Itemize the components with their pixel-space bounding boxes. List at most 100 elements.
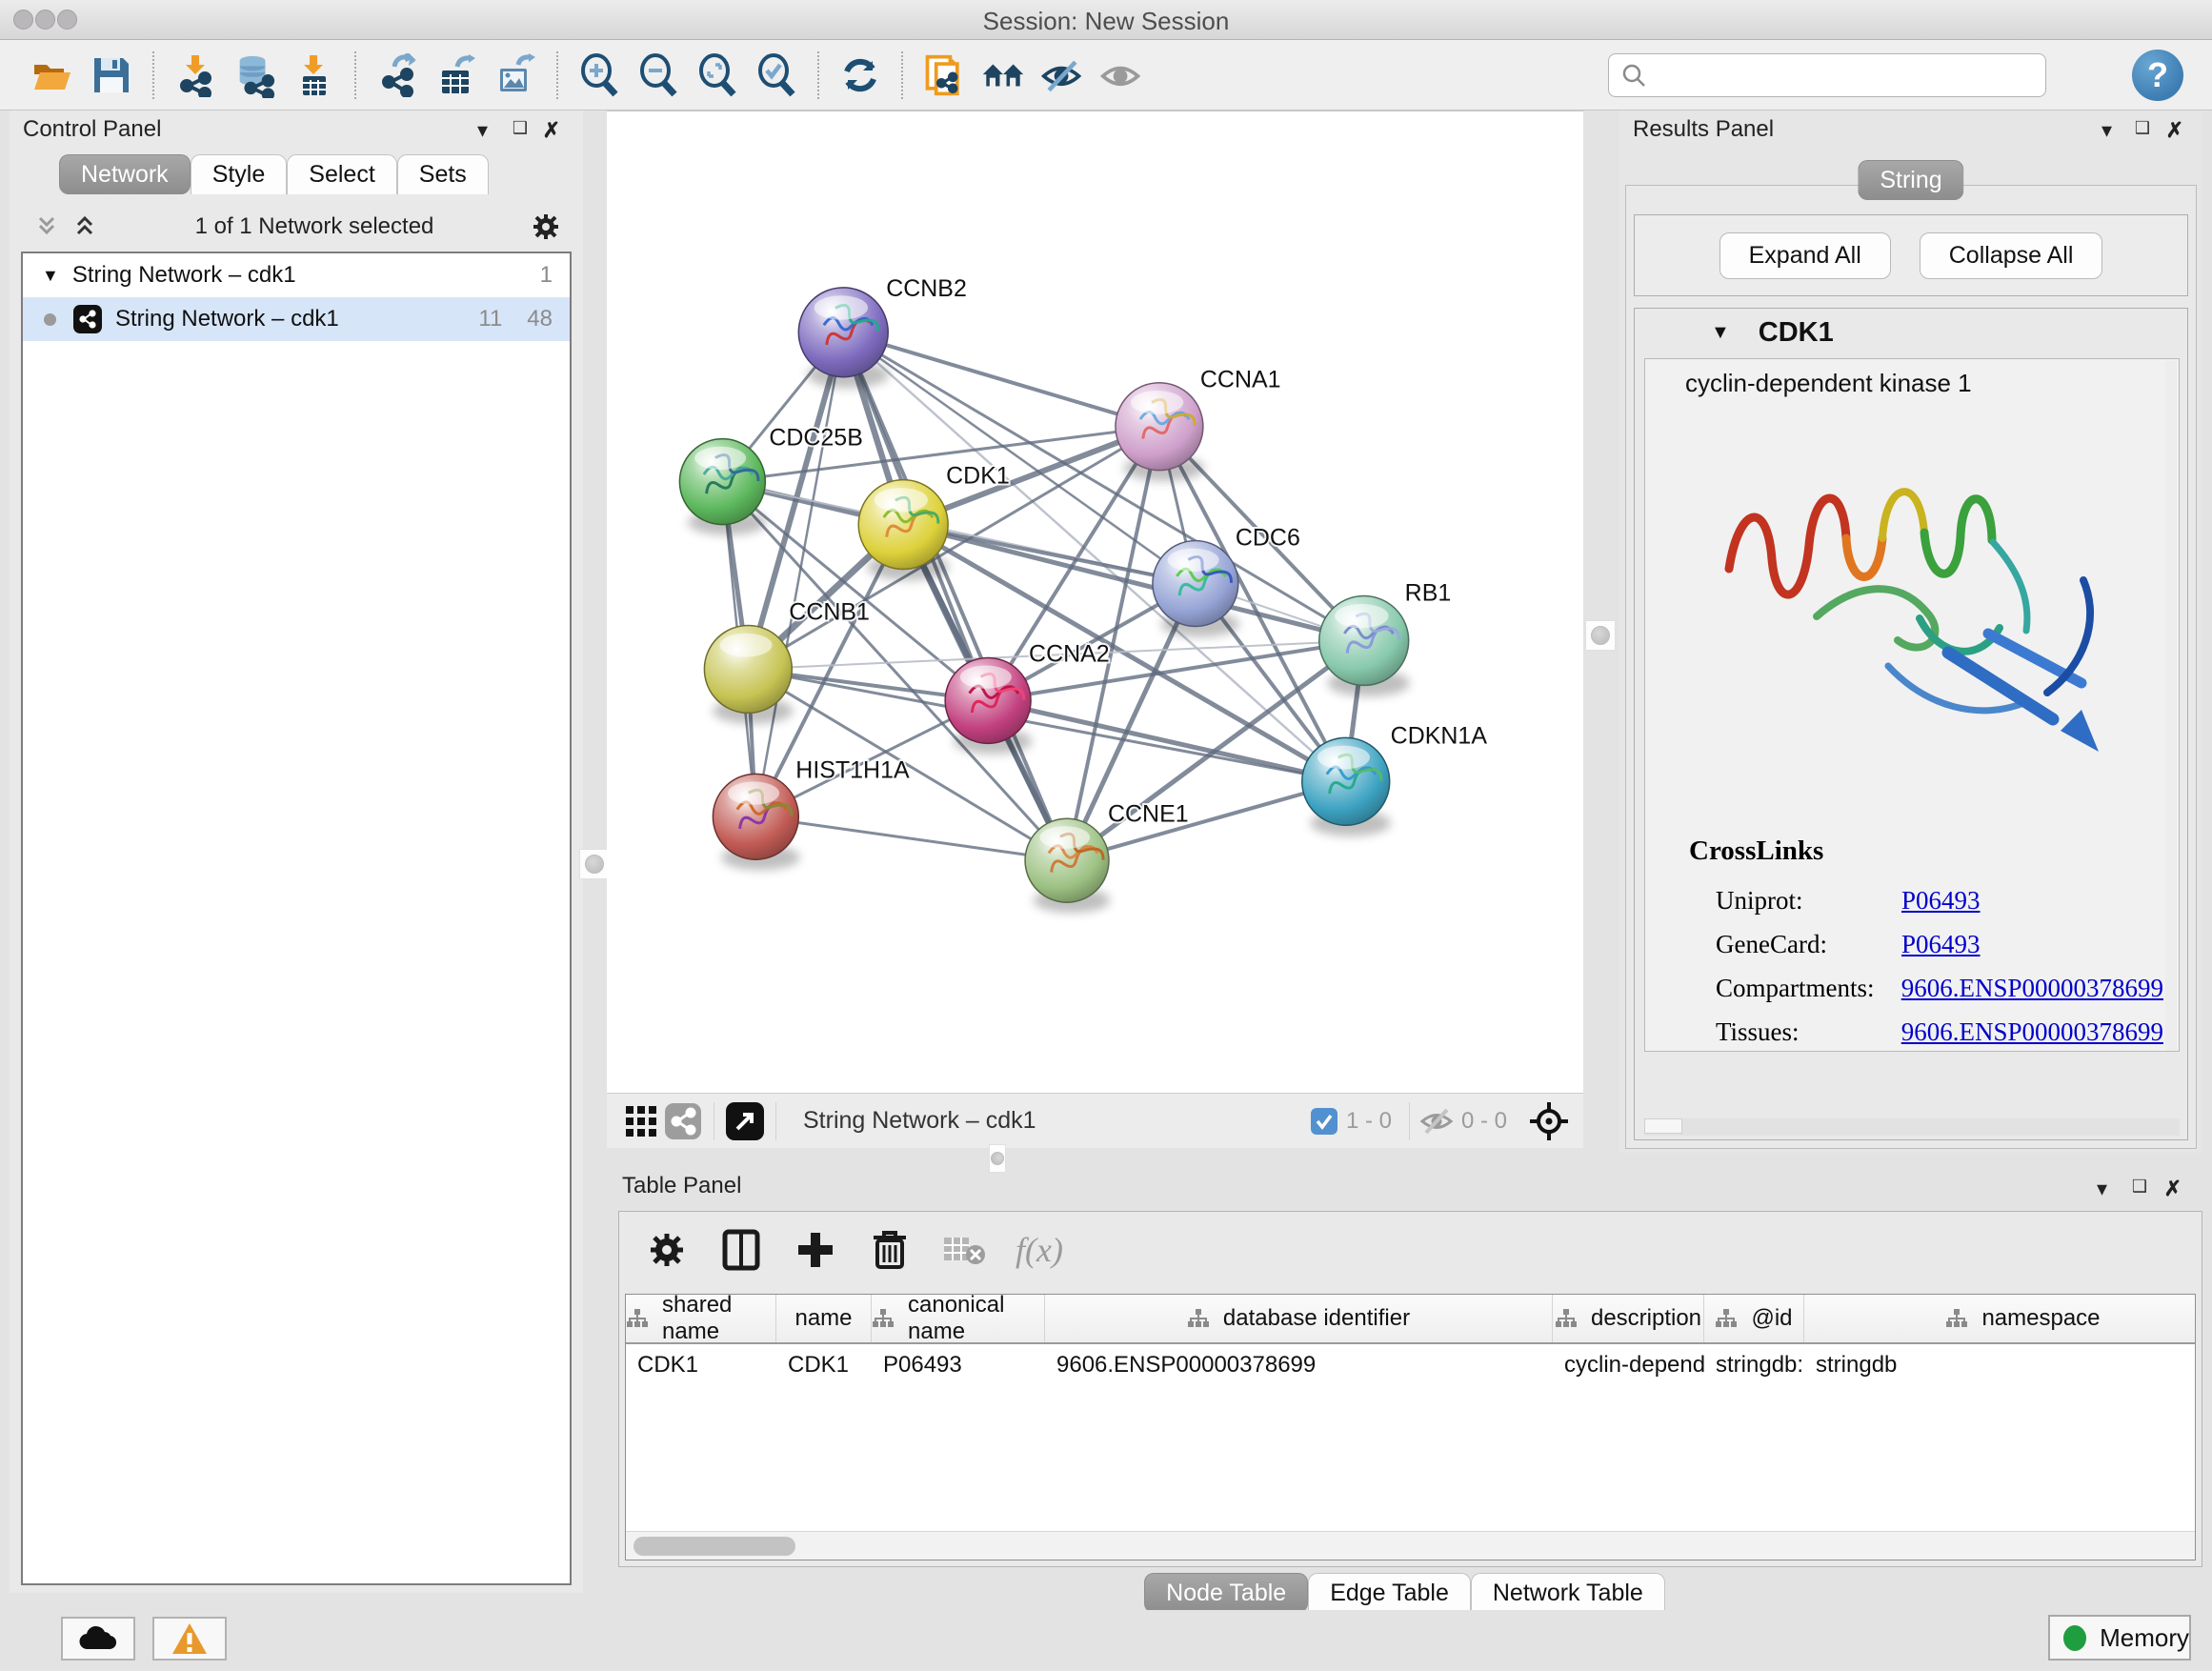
search-input[interactable] xyxy=(1608,53,2046,97)
network-edge[interactable] xyxy=(755,816,1067,860)
network-canvas[interactable]: CCNB2CCNA1CDC25BCDK1CDC6RB1CCNB1CCNA2CDK… xyxy=(607,111,1583,1093)
table-panel-close-button[interactable]: ✗ xyxy=(2164,1177,2182,1201)
network-node-HIST1H1A[interactable] xyxy=(713,774,799,870)
network-options-gear-icon[interactable] xyxy=(532,212,560,241)
birdseye-view-button[interactable] xyxy=(1528,1100,1570,1142)
table-settings-button[interactable] xyxy=(644,1227,690,1273)
left-splitter[interactable] xyxy=(583,111,607,1593)
crosslink-link[interactable]: 9606.ENSP00000378699 xyxy=(1901,974,2163,1003)
network-node-CCNB2[interactable] xyxy=(798,288,889,389)
table-row[interactable]: CDK1CDK1P064939606.ENSP00000378699cyclin… xyxy=(626,1344,2195,1386)
zoom-fit-button[interactable] xyxy=(695,53,739,97)
window-title: Session: New Session xyxy=(0,7,2212,36)
save-session-button[interactable] xyxy=(90,53,133,97)
control-tab-network[interactable]: Network xyxy=(59,154,191,194)
network-node-CDK1[interactable] xyxy=(858,480,949,581)
apply-layout-button[interactable] xyxy=(838,53,882,97)
column-header-database-identifier[interactable]: database identifier xyxy=(1045,1295,1553,1342)
table-panel-float-button[interactable]: ❑ xyxy=(2132,1177,2147,1197)
network-collection-row[interactable]: ▼ String Network – cdk1 1 xyxy=(23,253,570,297)
results-tab-string[interactable]: String xyxy=(1858,160,1963,200)
collapse-all-chevron-icon[interactable] xyxy=(34,214,59,239)
node-entry-content: cyclin-dependent kinase 1 xyxy=(1644,358,2180,1052)
zoom-out-icon xyxy=(636,53,680,97)
control-panel-menu-button[interactable]: ▾ xyxy=(477,118,488,143)
zoom-selected-button[interactable] xyxy=(754,53,798,97)
expand-all-chevron-icon[interactable] xyxy=(72,214,97,239)
help-button[interactable]: ? xyxy=(2132,50,2183,101)
hide-selected-button[interactable] xyxy=(1040,53,1084,97)
table-tab-network-table[interactable]: Network Table xyxy=(1471,1573,1665,1613)
column-header-id[interactable]: @id xyxy=(1704,1295,1804,1342)
column-header-namespace[interactable]: namespace xyxy=(1804,1295,2196,1342)
column-header-shared-name[interactable]: shared name xyxy=(626,1295,776,1342)
table-toolbar: f(x) xyxy=(629,1219,1063,1280)
control-tab-sets[interactable]: Sets xyxy=(397,154,489,194)
delete-table-button[interactable] xyxy=(941,1227,987,1273)
results-panel-menu-button[interactable]: ▾ xyxy=(2101,118,2112,143)
show-grid-button[interactable] xyxy=(620,1100,662,1142)
expand-all-button[interactable]: Expand All xyxy=(1719,232,1891,279)
left-splitter-handle[interactable] xyxy=(579,849,610,879)
memory-button[interactable]: Memory xyxy=(2048,1615,2191,1661)
create-column-button[interactable] xyxy=(793,1227,838,1273)
network-row[interactable]: String Network – cdk1 11 48 xyxy=(23,297,570,341)
warnings-button[interactable] xyxy=(152,1617,227,1661)
function-builder-button[interactable]: f(x) xyxy=(1016,1227,1063,1273)
column-header-name[interactable]: name xyxy=(776,1295,872,1342)
control-tab-style[interactable]: Style xyxy=(191,154,288,194)
import-network-file-button[interactable] xyxy=(173,53,217,97)
table-tab-edge-table[interactable]: Edge Table xyxy=(1308,1573,1471,1613)
network-node-CCNA1[interactable] xyxy=(1116,383,1204,481)
right-splitter-handle[interactable] xyxy=(1585,620,1616,651)
node-entry-header[interactable]: ▼ CDK1 xyxy=(1635,309,2187,356)
column-header-canonical-name[interactable]: canonical name xyxy=(872,1295,1045,1342)
control-tab-select[interactable]: Select xyxy=(287,154,396,194)
network-edge[interactable] xyxy=(755,332,843,817)
node-label-CDC6: CDC6 xyxy=(1236,525,1300,552)
results-panel-close-button[interactable]: ✗ xyxy=(2166,118,2183,143)
network-node-RB1[interactable] xyxy=(1319,596,1410,697)
control-panel-close-button[interactable]: ✗ xyxy=(543,118,560,143)
collapse-all-button[interactable]: Collapse All xyxy=(1920,232,2103,279)
table-panel-menu-button[interactable]: ▾ xyxy=(2097,1177,2107,1201)
results-panel-float-button[interactable]: ❑ xyxy=(2135,118,2150,138)
network-node-CDC25B[interactable] xyxy=(679,439,766,535)
show-columns-button[interactable] xyxy=(718,1227,764,1273)
first-neighbors-button[interactable] xyxy=(981,53,1025,97)
crosslink-label: Compartments: xyxy=(1716,974,1901,1003)
import-network-database-button[interactable] xyxy=(232,53,276,97)
zoom-in-button[interactable] xyxy=(577,53,621,97)
crosslink-link[interactable]: P06493 xyxy=(1901,886,1981,916)
entry-expand-caret[interactable]: ▼ xyxy=(1711,322,1730,344)
network-node-CCNE1[interactable] xyxy=(1025,818,1110,913)
network-node-CCNB1[interactable] xyxy=(704,625,793,723)
export-table-button[interactable] xyxy=(434,53,478,97)
network-node-CCNA2[interactable] xyxy=(945,657,1032,754)
export-image-button[interactable] xyxy=(493,53,537,97)
right-splitter[interactable] xyxy=(1583,111,1619,1148)
string-view-button[interactable] xyxy=(662,1100,704,1142)
table-tab-node-table[interactable]: Node Table xyxy=(1144,1573,1308,1613)
column-header-description[interactable]: description xyxy=(1553,1295,1704,1342)
show-all-button[interactable] xyxy=(1099,53,1143,97)
delete-column-button[interactable] xyxy=(867,1227,913,1273)
table-scrollbar-thumb[interactable] xyxy=(633,1537,795,1556)
export-network-button[interactable] xyxy=(375,53,419,97)
zoom-out-button[interactable] xyxy=(636,53,680,97)
open-in-browser-button[interactable] xyxy=(724,1100,766,1142)
network-node-CDKN1A[interactable] xyxy=(1302,737,1391,836)
results-vertical-scrollbar[interactable] xyxy=(2165,361,2177,1051)
cloud-status-button[interactable] xyxy=(61,1617,135,1661)
crosslink-link[interactable]: P06493 xyxy=(1901,930,1981,959)
column-label: shared name xyxy=(662,1294,775,1345)
network-node-CDC6[interactable] xyxy=(1153,541,1239,637)
import-table-file-button[interactable] xyxy=(292,53,335,97)
open-session-button[interactable] xyxy=(30,53,74,97)
crosslink-link[interactable]: 9606.ENSP00000378699 xyxy=(1901,1017,2163,1047)
clone-network-button[interactable] xyxy=(922,53,966,97)
results-horizontal-scrollbar[interactable] xyxy=(1644,1118,2180,1136)
network-edge[interactable] xyxy=(843,332,1159,427)
collection-expand-caret[interactable]: ▼ xyxy=(42,266,59,286)
control-panel-float-button[interactable]: ❑ xyxy=(513,118,528,138)
